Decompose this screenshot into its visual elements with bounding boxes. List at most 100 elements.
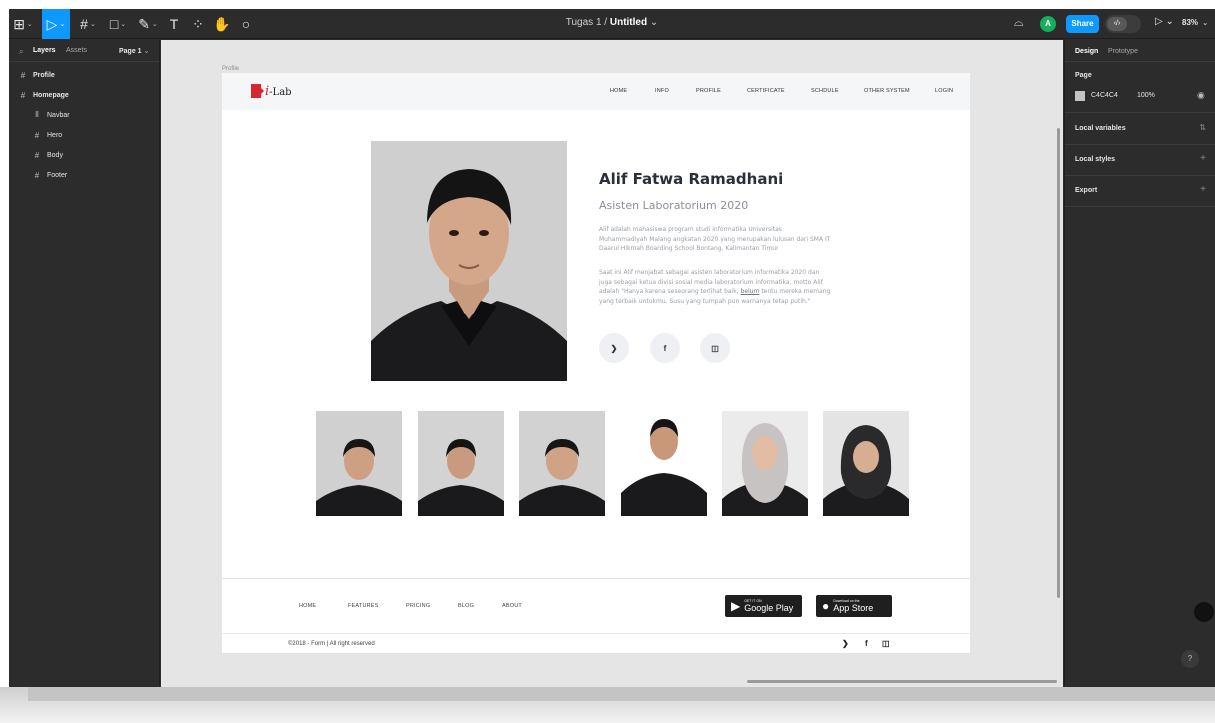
facebook-icon: f xyxy=(663,343,667,353)
layer-footer[interactable]: # Footer xyxy=(9,166,160,184)
layer-body[interactable]: # Body xyxy=(9,146,160,164)
nav-schdule[interactable]: SCHDULE xyxy=(811,88,839,94)
chevron-down-icon: ⌄ xyxy=(89,21,96,28)
local-variables-section[interactable]: Local variables ⇅ xyxy=(1065,114,1215,145)
help-button[interactable]: ? xyxy=(1181,650,1199,668)
facebook-button[interactable]: f xyxy=(650,333,680,363)
frame-label[interactable]: Profile xyxy=(222,66,239,72)
frame-tool-button[interactable]: # ⌄ xyxy=(75,9,101,39)
comment-tool-button[interactable]: ○ xyxy=(237,9,255,39)
headphone-icon[interactable]: ⌓ xyxy=(1014,15,1024,30)
team-photo-1[interactable] xyxy=(316,411,402,516)
move-tool-button[interactable]: ▷ ⌄ xyxy=(42,9,70,39)
hero-portrait-photo[interactable] xyxy=(371,141,567,381)
nav-login[interactable]: LOGIN xyxy=(935,88,953,94)
site-navbar[interactable]: i-Lab HOME INFO PROFILE CERTIFICATE SCHD… xyxy=(222,73,970,110)
team-photo-3[interactable] xyxy=(519,411,605,516)
tab-prototype[interactable]: Prototype xyxy=(1108,48,1138,55)
page-color-swatch[interactable] xyxy=(1075,91,1085,101)
footer-link-about[interactable]: ABOUT xyxy=(502,603,522,609)
frame-icon: # xyxy=(80,16,88,32)
layer-homepage[interactable]: # Homepage xyxy=(9,86,160,104)
resources-button[interactable]: ⁘ xyxy=(189,9,207,39)
file-name[interactable]: Untitled xyxy=(610,17,647,28)
tab-design[interactable]: Design xyxy=(1075,48,1098,55)
app-store-big: App Store xyxy=(833,603,874,613)
team-photo-5[interactable] xyxy=(722,411,808,516)
eye-icon[interactable]: ◉ xyxy=(1197,90,1205,101)
team-portrait-4 xyxy=(621,411,707,516)
nav-info[interactable]: INFO xyxy=(655,88,669,94)
export-section[interactable]: Export + xyxy=(1065,176,1215,207)
instagram-icon[interactable]: ◫ xyxy=(882,639,890,648)
team-photo-4[interactable] xyxy=(621,411,707,516)
twitter-icon[interactable]: ❯ xyxy=(842,639,849,648)
plus-icon[interactable]: + xyxy=(1200,184,1206,195)
components-icon: ⁘ xyxy=(192,15,204,32)
layer-navbar[interactable]: ⦀ Navbar xyxy=(9,106,160,124)
portrait-illustration xyxy=(371,141,567,381)
tab-assets[interactable]: Assets xyxy=(66,47,87,54)
dev-mode-toggle[interactable]: ‹/› xyxy=(1105,15,1141,33)
zoom-dropdown[interactable]: 83% ⌄ xyxy=(1182,18,1208,27)
nav-certificate[interactable]: CERTIFICATE xyxy=(747,88,785,94)
frame-icon: # xyxy=(34,130,40,140)
logo-mark-icon xyxy=(251,84,264,98)
collapse-panel-button[interactable] xyxy=(1194,602,1214,622)
avatar[interactable]: A xyxy=(1040,16,1056,32)
hero-paragraph-2: Saat ini Alif menjabat sebagai asisten l… xyxy=(599,268,831,306)
hero-name: Alif Fatwa Ramadhani xyxy=(599,170,784,188)
present-button[interactable]: ▷ ⌄ xyxy=(1155,16,1174,27)
variables-icon[interactable]: ⇅ xyxy=(1199,123,1206,132)
copyright-text: ©2018 - Form | All right reserved xyxy=(288,641,375,647)
page-color-hex[interactable]: C4C4C4 xyxy=(1091,92,1118,99)
instagram-button[interactable]: ◫ xyxy=(700,333,730,363)
team-portrait-6 xyxy=(823,411,909,516)
team-photo-2[interactable] xyxy=(418,411,504,516)
pen-tool-button[interactable]: ✎ ⌄ xyxy=(135,9,161,39)
app-store-button[interactable]: ● Download on the App Store xyxy=(816,595,892,617)
project-name[interactable]: Tugas 1 xyxy=(566,17,602,28)
footer-link-blog[interactable]: BLOG xyxy=(458,603,474,609)
site-footer[interactable]: HOME FEATURES PRICING BLOG ABOUT ▶ GET I… xyxy=(222,578,970,653)
twitter-button[interactable]: ❯ xyxy=(599,333,629,363)
vertical-scrollbar[interactable] xyxy=(1057,128,1060,598)
properties-panel-header: Design Prototype xyxy=(1065,40,1215,62)
text-tool-button[interactable]: T xyxy=(165,9,183,39)
nav-other-system[interactable]: OTHER SYSTEM xyxy=(864,88,910,94)
blurred-taskbar xyxy=(0,687,1215,723)
chevron-down-icon[interactable]: ⌄ xyxy=(650,17,658,28)
main-menu-button[interactable]: ⊞ ⌄ xyxy=(9,9,37,39)
hand-tool-button[interactable]: ✋ xyxy=(213,9,231,39)
page-section-title: Page xyxy=(1075,72,1092,79)
tab-layers[interactable]: Layers xyxy=(33,47,56,54)
figma-menu-icon: ⊞ xyxy=(13,15,25,32)
code-icon: ‹/› xyxy=(1107,17,1127,31)
footer-link-features[interactable]: FEATURES xyxy=(348,603,379,609)
plus-icon[interactable]: + xyxy=(1200,153,1206,164)
google-play-button[interactable]: ▶ GET IT ON Google Play xyxy=(725,595,802,617)
design-canvas[interactable]: Profile i-Lab HOME INFO PROFILE CERTIFIC… xyxy=(161,40,1063,687)
export-title: Export xyxy=(1075,187,1098,194)
layer-profile[interactable]: # Profile xyxy=(9,66,160,84)
nav-home[interactable]: HOME xyxy=(610,88,627,94)
share-button[interactable]: Share xyxy=(1066,15,1099,33)
page-section: Page xyxy=(1065,63,1215,113)
footer-link-pricing[interactable]: PRICING xyxy=(406,603,430,609)
page-opacity[interactable]: 100% xyxy=(1137,92,1155,99)
local-styles-section[interactable]: Local styles + xyxy=(1065,145,1215,176)
page-selector[interactable]: Page 1 ⌄ xyxy=(119,47,149,55)
taskbar-strip xyxy=(28,687,1215,701)
profile-frame[interactable]: i-Lab HOME INFO PROFILE CERTIFICATE SCHD… xyxy=(222,73,970,653)
facebook-icon[interactable]: f xyxy=(865,639,868,648)
horizontal-scrollbar[interactable] xyxy=(747,680,1057,683)
layer-name: Homepage xyxy=(33,91,69,99)
hand-icon: ✋ xyxy=(213,15,231,32)
nav-profile[interactable]: PROFILE xyxy=(696,88,721,94)
search-icon[interactable]: ⌕ xyxy=(19,47,23,57)
google-play-big: Google Play xyxy=(744,603,794,613)
shape-tool-button[interactable]: □ ⌄ xyxy=(105,9,131,39)
team-photo-6[interactable] xyxy=(823,411,909,516)
footer-link-home[interactable]: HOME xyxy=(299,603,316,609)
layer-hero[interactable]: # Hero xyxy=(9,126,160,144)
